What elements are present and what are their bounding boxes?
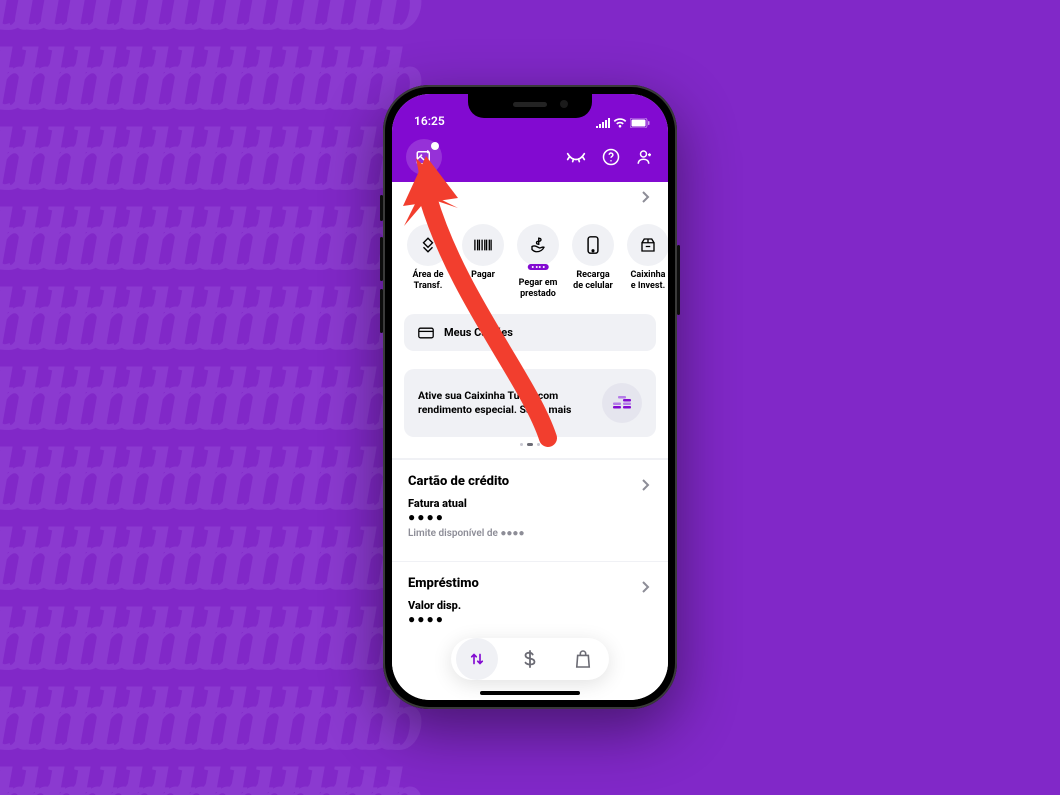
bottom-nav bbox=[451, 638, 609, 680]
home-indicator bbox=[480, 691, 580, 695]
hand-money-icon bbox=[529, 236, 547, 254]
visibility-toggle-button[interactable] bbox=[566, 150, 586, 164]
eye-closed-icon bbox=[566, 150, 586, 164]
shortcuts-row[interactable]: Área de Transf. Pagar Pegar em prestado … bbox=[392, 210, 668, 300]
limit-label: Limite disponível de ●●●● bbox=[408, 528, 652, 539]
section-title: Empréstimo bbox=[408, 576, 652, 591]
promo-text: Ative sua Caixinha Turbo com rendimento … bbox=[418, 389, 594, 417]
status-time: 16:25 bbox=[414, 114, 445, 128]
pix-icon bbox=[419, 236, 437, 254]
phone-power-button bbox=[677, 245, 680, 315]
shortcut-transfer-area[interactable]: Área de Transf. bbox=[402, 224, 454, 300]
nav-money[interactable] bbox=[509, 638, 551, 680]
phone-screen: 16:25 bbox=[392, 94, 668, 700]
section-title: Cartão de crédito bbox=[408, 474, 652, 489]
shortcut-borrow[interactable]: Pegar em prestado bbox=[512, 224, 564, 300]
add-photo-icon bbox=[415, 148, 433, 166]
barcode-icon bbox=[474, 238, 492, 252]
shortcut-recharge[interactable]: Recarga de celular bbox=[567, 224, 619, 300]
masked-amount: ●●●● bbox=[408, 512, 652, 522]
invoice-label: Fatura atual bbox=[408, 497, 652, 510]
phone-volume-down bbox=[380, 289, 383, 333]
promo-illustration bbox=[602, 383, 642, 423]
nav-shopping[interactable] bbox=[562, 638, 604, 680]
promo-banner[interactable]: Ative sua Caixinha Turbo com rendimento … bbox=[404, 369, 656, 437]
dollar-icon bbox=[522, 650, 538, 668]
nav-transfers[interactable] bbox=[456, 638, 498, 680]
savings-box-icon bbox=[639, 236, 657, 254]
shortcut-pay[interactable]: Pagar bbox=[457, 224, 509, 300]
account-row[interactable] bbox=[392, 182, 668, 210]
battery-icon bbox=[630, 118, 650, 128]
new-badge-icon bbox=[528, 264, 549, 270]
phone-notch bbox=[468, 94, 592, 118]
arrows-up-down-icon bbox=[468, 650, 486, 668]
app-content: Área de Transf. Pagar Pegar em prestado … bbox=[392, 182, 668, 700]
shortcut-label: Caixinha e Invest. bbox=[622, 270, 668, 292]
card-icon bbox=[418, 327, 434, 339]
chevron-right-icon bbox=[640, 476, 650, 495]
chevron-right-icon bbox=[640, 578, 650, 597]
person-add-icon bbox=[636, 148, 654, 166]
loan-available-label: Valor disp. bbox=[408, 599, 652, 612]
phone-mute-switch bbox=[380, 195, 383, 221]
coins-stack-icon bbox=[610, 392, 634, 414]
carousel-dots[interactable] bbox=[392, 443, 668, 446]
shortcut-label: Pagar bbox=[457, 270, 509, 292]
help-button[interactable] bbox=[602, 148, 620, 166]
credit-card-section[interactable]: Cartão de crédito Fatura atual ●●●● Limi… bbox=[392, 460, 668, 549]
profile-button[interactable] bbox=[406, 139, 442, 175]
phone-volume-up bbox=[380, 237, 383, 281]
my-cards-button[interactable]: Meus Cartões bbox=[404, 314, 656, 351]
shortcut-label: Área de Transf. bbox=[402, 270, 454, 292]
masked-amount: ●●●● bbox=[408, 614, 652, 624]
chevron-right-icon bbox=[640, 188, 650, 207]
shortcut-savings-invest[interactable]: Caixinha e Invest. bbox=[622, 224, 668, 300]
help-icon bbox=[602, 148, 620, 166]
shopping-bag-icon bbox=[575, 650, 591, 668]
notification-dot-icon bbox=[431, 142, 439, 150]
phone-icon bbox=[586, 236, 600, 254]
wifi-icon bbox=[613, 118, 627, 128]
shortcut-label: Recarga de celular bbox=[567, 270, 619, 292]
signal-icon bbox=[596, 118, 610, 128]
shortcut-label: Pegar em prestado bbox=[512, 278, 564, 300]
invite-button[interactable] bbox=[636, 148, 654, 166]
my-cards-label: Meus Cartões bbox=[444, 326, 513, 339]
phone-frame: 16:25 bbox=[383, 85, 677, 709]
status-indicators bbox=[596, 118, 650, 128]
